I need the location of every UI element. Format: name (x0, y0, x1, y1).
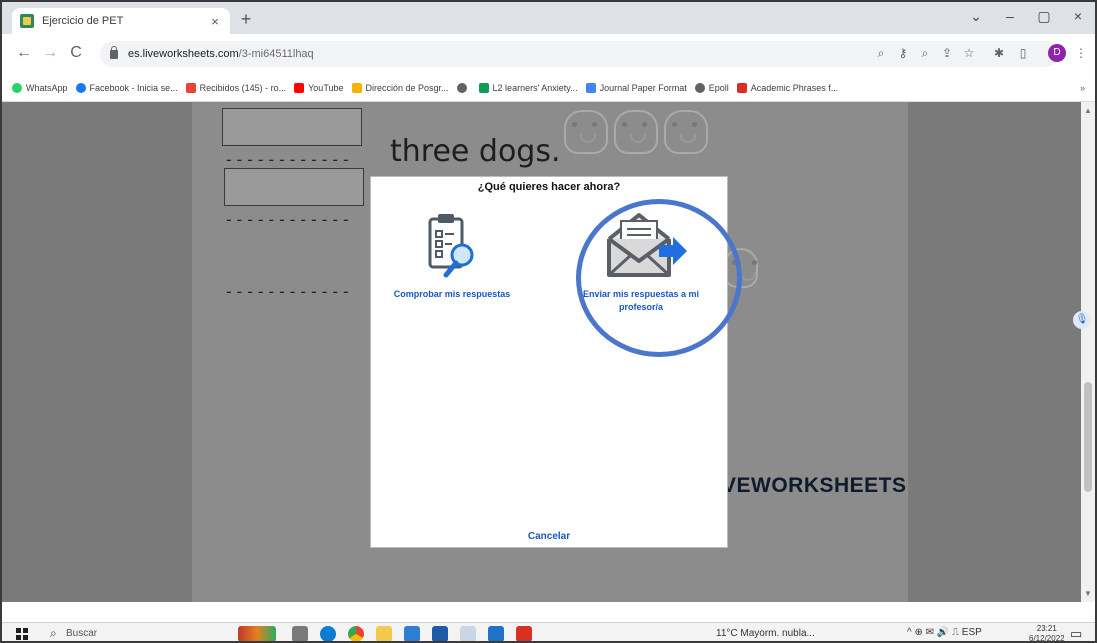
scroll-up-icon[interactable]: ▲ (1084, 106, 1092, 115)
bookmark-item[interactable]: L2 learners' Anxiety... (478, 82, 578, 93)
send-answers-label-line2: profesor/a (618, 302, 663, 312)
url-path: /3-mi64511lhaq (238, 48, 314, 60)
tab-ejercicio[interactable]: Ejercicio de PET × (12, 8, 230, 34)
acrobat-icon[interactable] (516, 626, 532, 641)
screenshot-frame: Ejercicio de PET × + ⌄ – ▢ × ← → C es.li… (0, 0, 1097, 643)
clock-date: 6/12/2022 (1029, 634, 1065, 643)
page-scrollbar[interactable]: ▲ ▼ (1081, 102, 1095, 602)
bookmarks-bar: WhatsApp Facebook - Inicia se... Recibid… (2, 74, 1095, 102)
send-answers-option[interactable]: Enviar mis respuestas a mi profesor/a (561, 205, 721, 314)
youtube-icon (294, 82, 305, 93)
whatsapp-icon (12, 82, 22, 93)
worksheet-sentence: three dogs. (390, 134, 561, 169)
store-icon[interactable] (404, 626, 420, 641)
bookmark-item[interactable]: WhatsApp (12, 82, 68, 93)
address-bar[interactable]: es.liveworksheets.com /3-mi64511lhaq (100, 41, 1058, 67)
new-tab-button[interactable]: + (236, 9, 256, 30)
globe-icon (456, 82, 467, 93)
share-icon[interactable]: ⇪ (938, 46, 956, 60)
bookmarks-overflow-button[interactable]: » (1080, 83, 1085, 93)
tab-close-icon[interactable]: × (208, 14, 222, 29)
facebook-icon (75, 82, 86, 93)
task-view-icon[interactable] (292, 626, 308, 641)
zoom-icon[interactable]: ⌕ (872, 46, 890, 61)
bookmark-item[interactable]: Recibidos (145) - ro... (185, 82, 286, 93)
bookmark-item[interactable]: YouTube (294, 82, 344, 93)
docs-icon (585, 82, 596, 93)
tab-search-icon[interactable]: ⌄ (964, 8, 988, 25)
bookmark-item[interactable]: Dirección de Posgr... (351, 82, 449, 93)
bookmark-item[interactable]: Journal Paper Format (585, 82, 687, 93)
weather-widget[interactable]: 11°C Mayorm. nubla... (716, 628, 815, 639)
gmail-icon (185, 82, 196, 93)
clock[interactable]: 23:21 6/12/2022 (1029, 624, 1065, 643)
dog-image (664, 110, 708, 154)
mail-icon[interactable] (432, 626, 448, 641)
lock-icon (110, 45, 118, 59)
tab-title: Ejercicio de PET (42, 15, 124, 27)
cancel-button[interactable]: Cancelar (371, 531, 727, 542)
windows-taskbar: ⌕ Buscar 11°C Mayorm. nubla... ^ ⊕ ✉ 🔊 ⎍… (2, 622, 1095, 643)
scroll-down-icon[interactable]: ▼ (1084, 589, 1092, 598)
answer-box[interactable] (224, 168, 364, 206)
search-icon[interactable]: ⌕ (916, 46, 934, 61)
blank-line: ------------ (224, 150, 352, 169)
tab-strip: Ejercicio de PET × + ⌄ – ▢ × (2, 2, 1095, 34)
back-button[interactable]: ← (14, 44, 34, 62)
clock-time: 23:21 (1036, 624, 1057, 633)
check-answers-option[interactable]: Comprobar mis respuestas (387, 211, 517, 301)
profile-avatar[interactable]: D (1048, 44, 1066, 62)
envelope-send-icon (607, 213, 687, 277)
dog-image (564, 110, 608, 154)
search-highlight-icon[interactable] (238, 626, 276, 641)
maximize-button[interactable]: ▢ (1032, 8, 1056, 25)
blank-line: ------------ (224, 210, 352, 229)
side-panel-icon[interactable]: ▯ (1014, 46, 1032, 60)
pen-icon (736, 82, 747, 93)
file-explorer-icon[interactable] (376, 626, 392, 641)
clipboard-magnifier-icon (428, 214, 474, 278)
send-answers-label-line1: Enviar mis respuestas a mi (582, 289, 700, 299)
dog-image (724, 248, 758, 288)
finish-dialog: ¿Qué quieres hacer ahora? Comprobar mis … (370, 176, 728, 548)
globe-icon (694, 82, 705, 93)
edge-icon[interactable] (320, 626, 336, 641)
bookmark-item[interactable]: Facebook - Inicia se... (75, 82, 178, 93)
system-tray[interactable]: ^ ⊕ ✉ 🔊 ⎍ ESP (907, 627, 982, 638)
notification-icon[interactable]: ▭ (1070, 626, 1082, 641)
dialog-title: ¿Qué quieres hacer ahora? (477, 181, 621, 193)
forward-button[interactable]: → (40, 44, 60, 62)
dog-image (614, 110, 658, 154)
windows-start-icon[interactable] (16, 628, 28, 640)
search-icon[interactable]: ⌕ (50, 626, 57, 641)
minimize-button[interactable]: – (998, 8, 1022, 24)
liveworksheets-favicon-icon (20, 14, 34, 28)
key-icon[interactable]: ⚷ (894, 46, 912, 60)
url-domain: es.liveworksheets.com (128, 48, 239, 60)
extensions-icon[interactable]: ✱ (990, 46, 1008, 60)
browser-toolbar: ← → C es.liveworksheets.com /3-mi64511lh… (2, 34, 1095, 74)
bookmark-item[interactable] (456, 82, 471, 93)
outlook-icon[interactable] (488, 626, 504, 641)
menu-kebab-icon[interactable]: ⋮ (1072, 46, 1090, 60)
bookmark-item[interactable]: Epoll (694, 82, 729, 93)
pen-tool-icon[interactable] (460, 626, 476, 641)
posgrado-icon (351, 82, 362, 93)
liveworksheets-brand: VEWORKSHEETS (722, 474, 907, 497)
check-answers-label: Comprobar mis respuestas (393, 289, 511, 299)
bookmark-item[interactable]: Academic Phrases f... (736, 82, 838, 93)
journal-icon (478, 82, 489, 93)
taskbar-search-label[interactable]: Buscar (66, 628, 97, 639)
reload-button[interactable]: C (66, 44, 86, 62)
answer-box[interactable] (222, 108, 362, 146)
scroll-thumb[interactable] (1084, 382, 1092, 492)
blank-line: ------------ (224, 282, 352, 301)
close-window-button[interactable]: × (1066, 8, 1090, 24)
bookmark-star-icon[interactable]: ☆ (960, 46, 978, 60)
microphone-icon[interactable]: 🎙 (1073, 311, 1091, 329)
chrome-icon[interactable] (348, 626, 364, 641)
